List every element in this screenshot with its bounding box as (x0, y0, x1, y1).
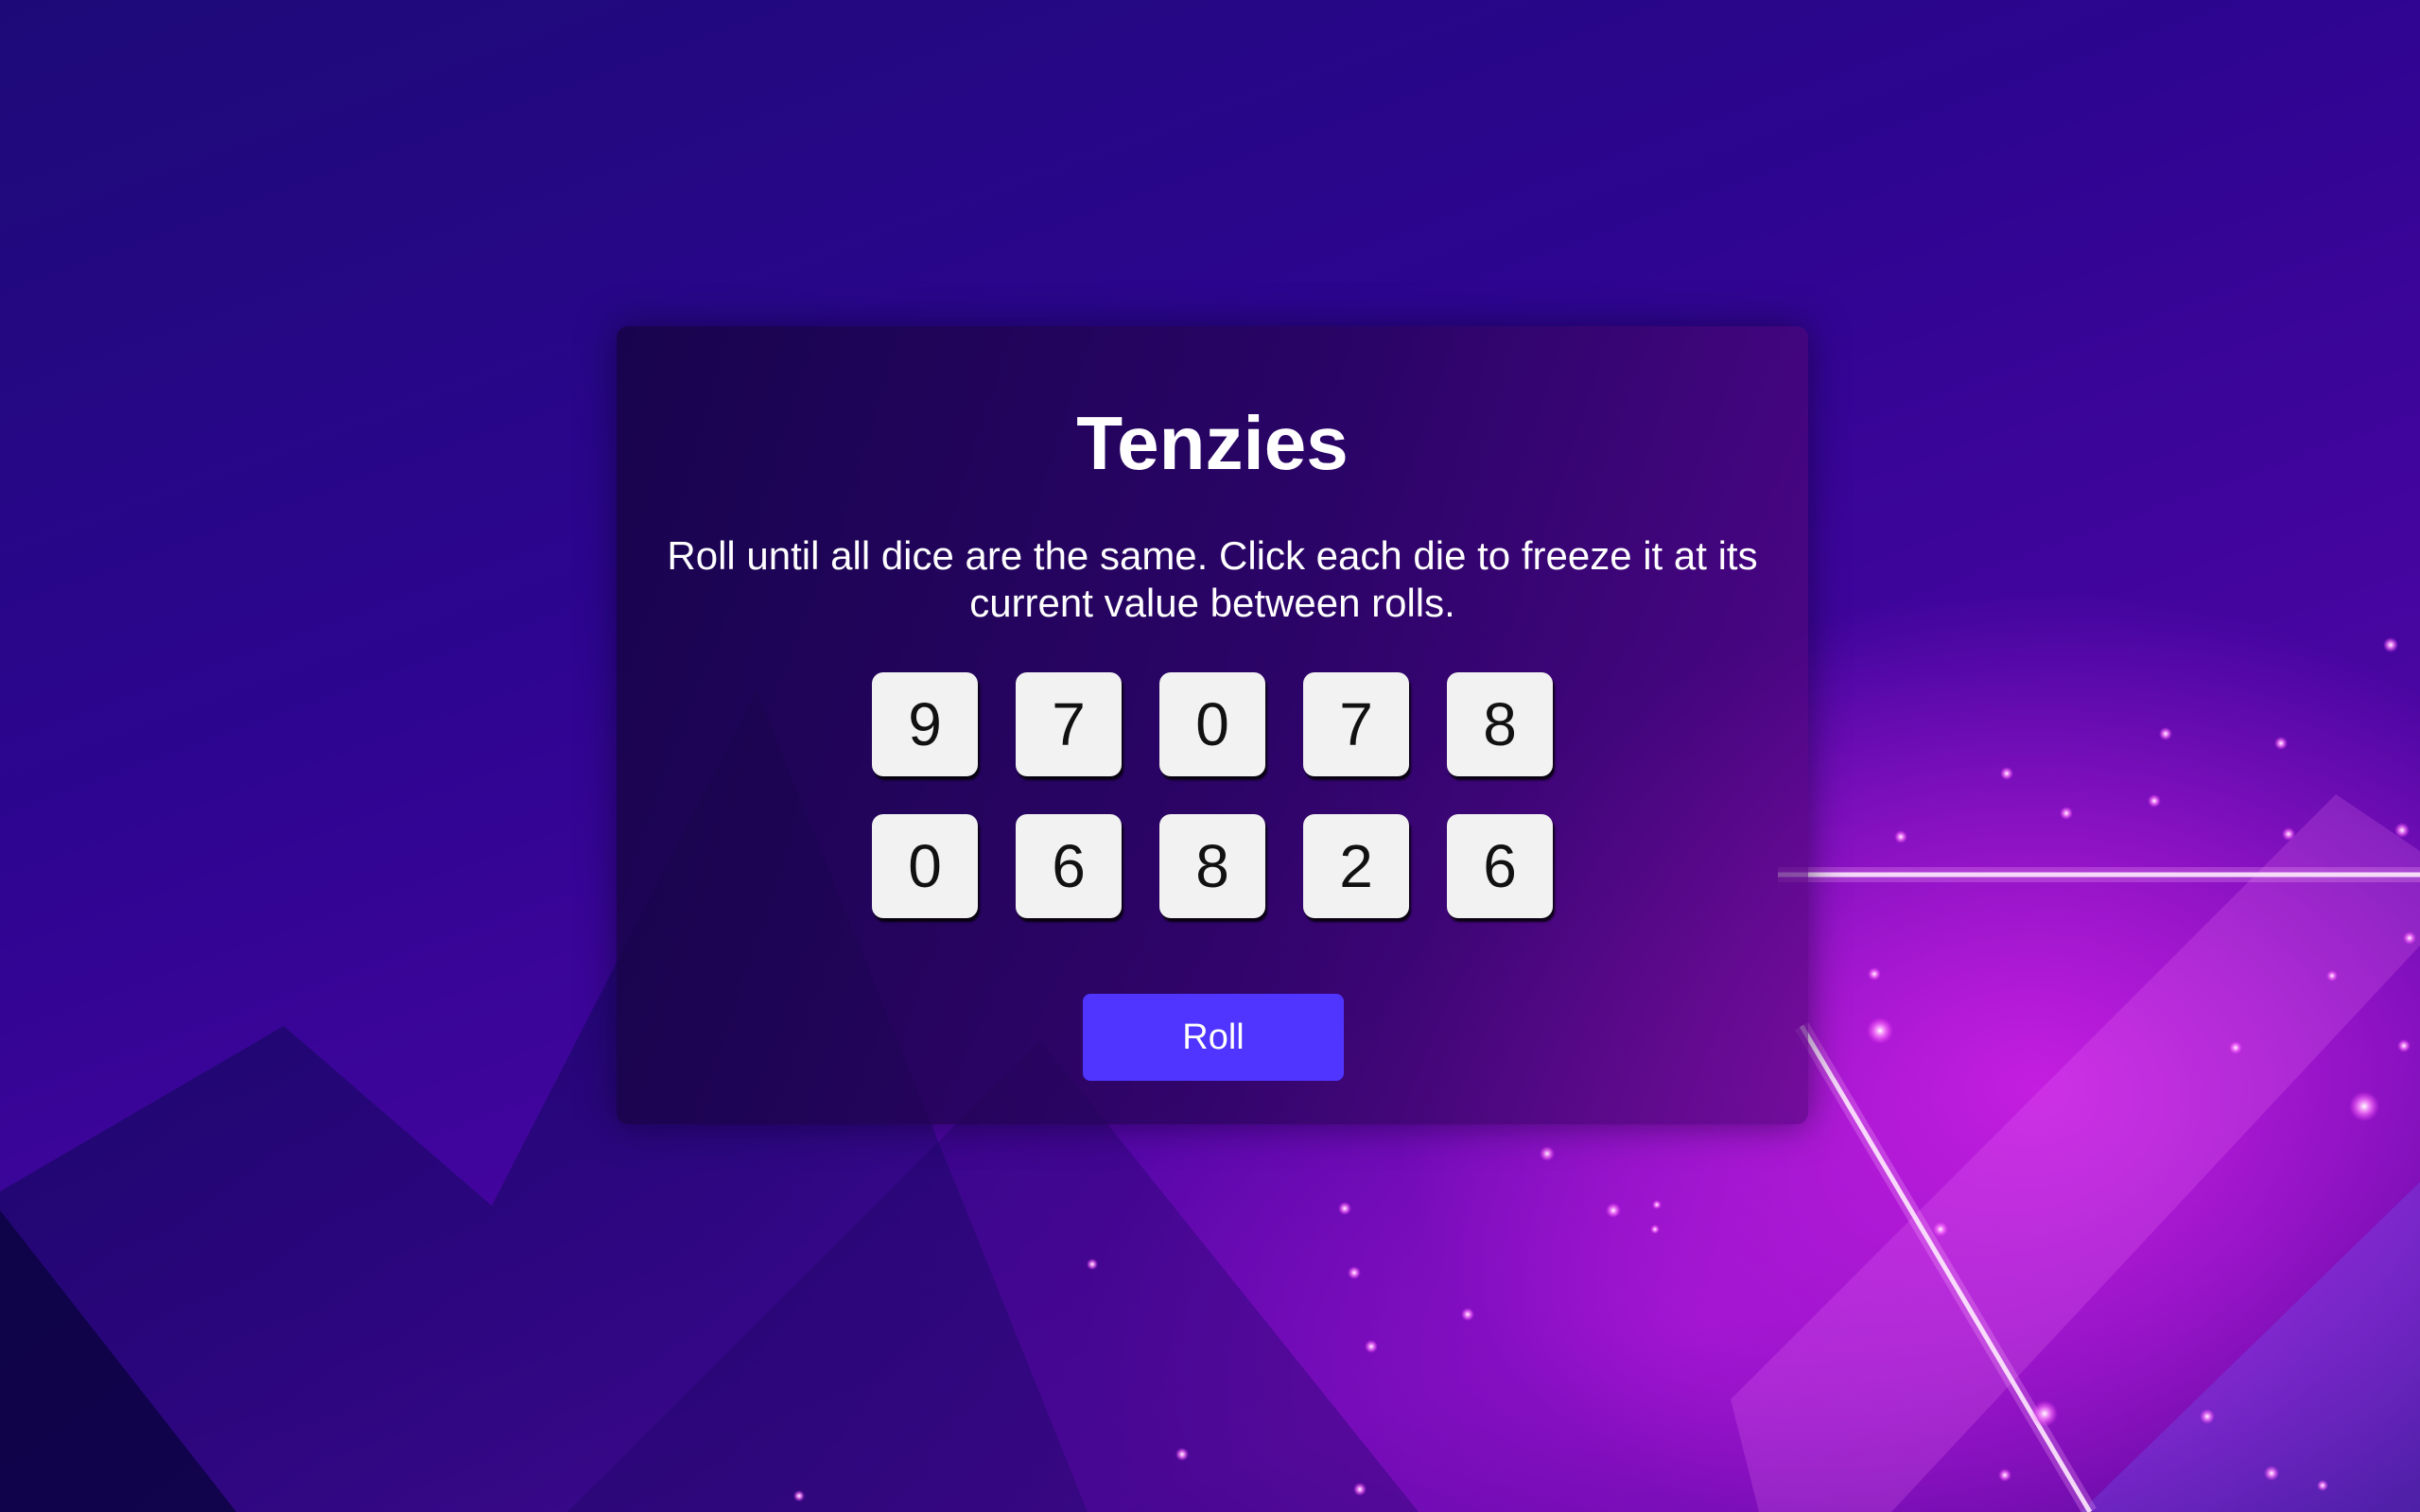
die-8[interactable]: 8 (1159, 814, 1265, 918)
die-4[interactable]: 7 (1303, 672, 1409, 776)
die-2[interactable]: 7 (1016, 672, 1122, 776)
die-7[interactable]: 6 (1016, 814, 1122, 918)
die-6[interactable]: 0 (872, 814, 978, 918)
game-title: Tenzies (1076, 401, 1349, 485)
die-9[interactable]: 2 (1303, 814, 1409, 918)
die-3[interactable]: 0 (1159, 672, 1265, 776)
instructions-text: Roll until all dice are the same. Click … (667, 533, 1758, 625)
die-1[interactable]: 9 (872, 672, 978, 776)
die-5[interactable]: 8 (1447, 672, 1553, 776)
die-10[interactable]: 6 (1447, 814, 1553, 918)
dice-grid: 9 7 0 7 8 0 6 8 2 6 (872, 672, 1553, 918)
game-card: Tenzies Roll until all dice are the same… (617, 326, 1808, 1124)
roll-button[interactable]: Roll (1083, 994, 1344, 1081)
